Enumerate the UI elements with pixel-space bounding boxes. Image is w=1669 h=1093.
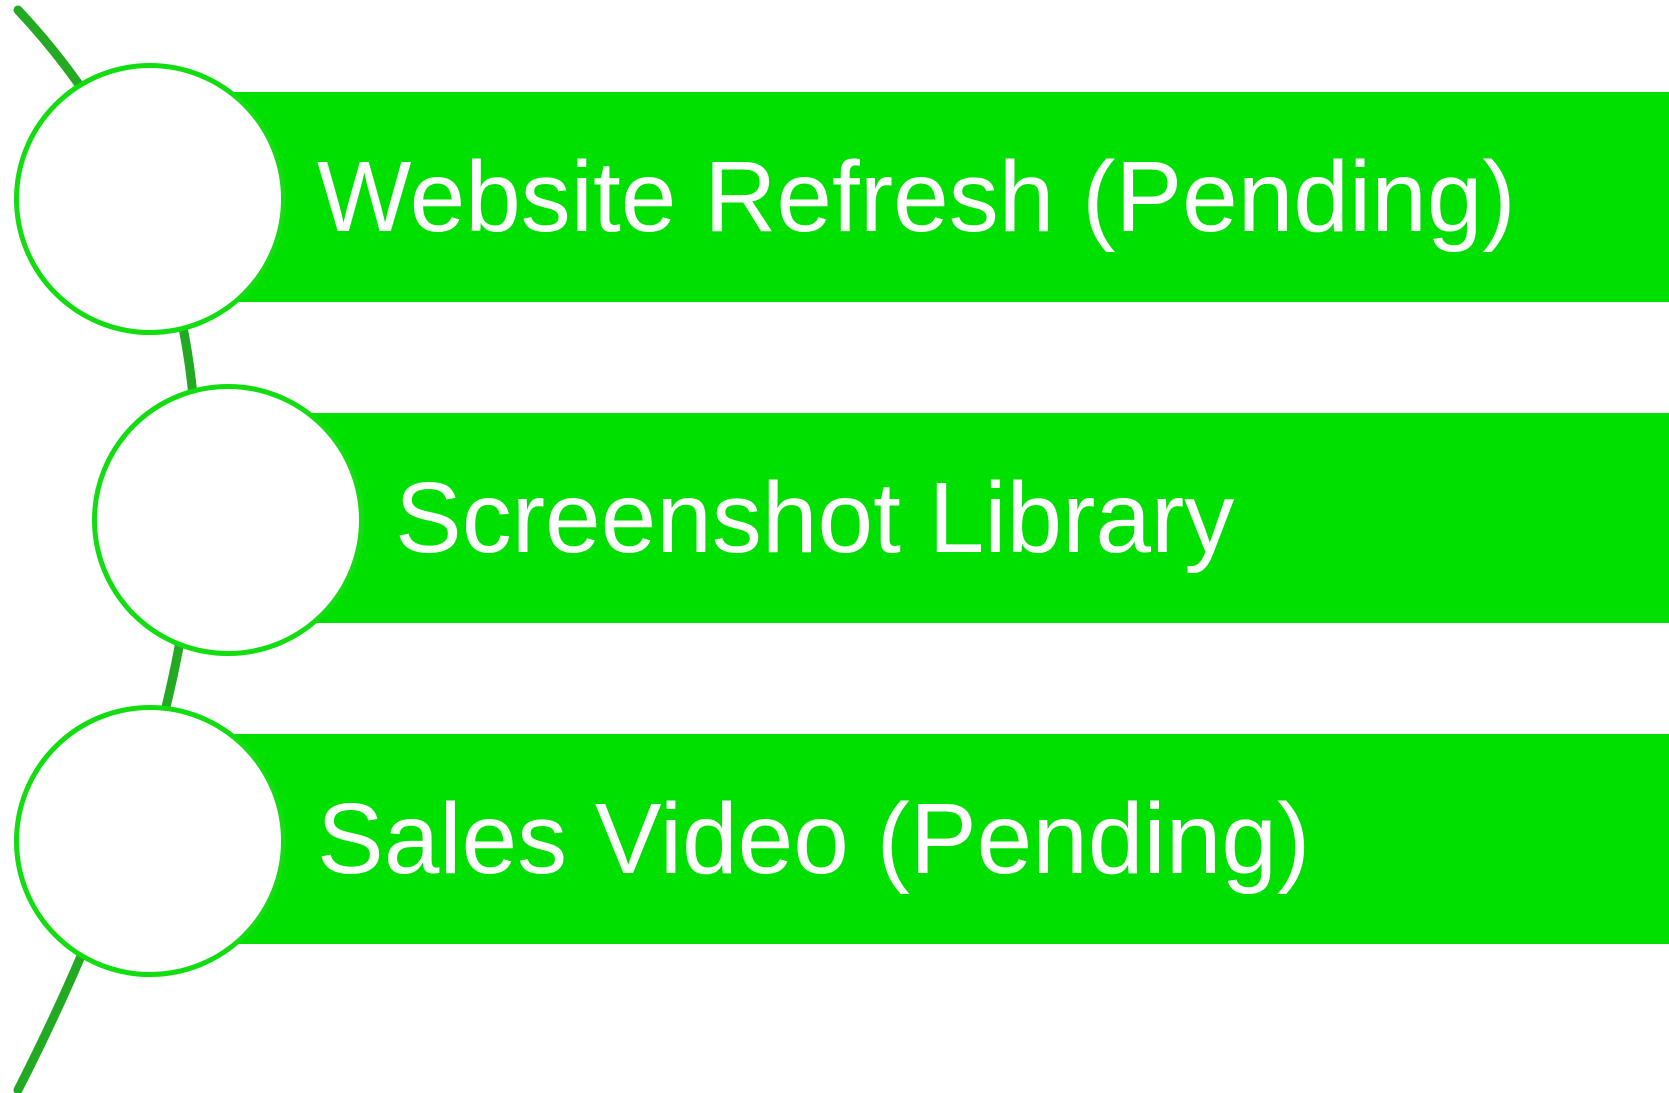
vertical-arc-list-diagram: Website Refresh (Pending) Screenshot Lib… bbox=[0, 0, 1669, 1093]
list-item-label-1: Website Refresh (Pending) bbox=[317, 141, 1516, 253]
list-item-node-3 bbox=[14, 705, 286, 977]
list-item-label-3: Sales Video (Pending) bbox=[317, 783, 1311, 895]
list-item-node-1 bbox=[14, 63, 286, 335]
list-item-label-2: Screenshot Library bbox=[395, 462, 1235, 574]
list-item-node-2 bbox=[92, 384, 364, 656]
